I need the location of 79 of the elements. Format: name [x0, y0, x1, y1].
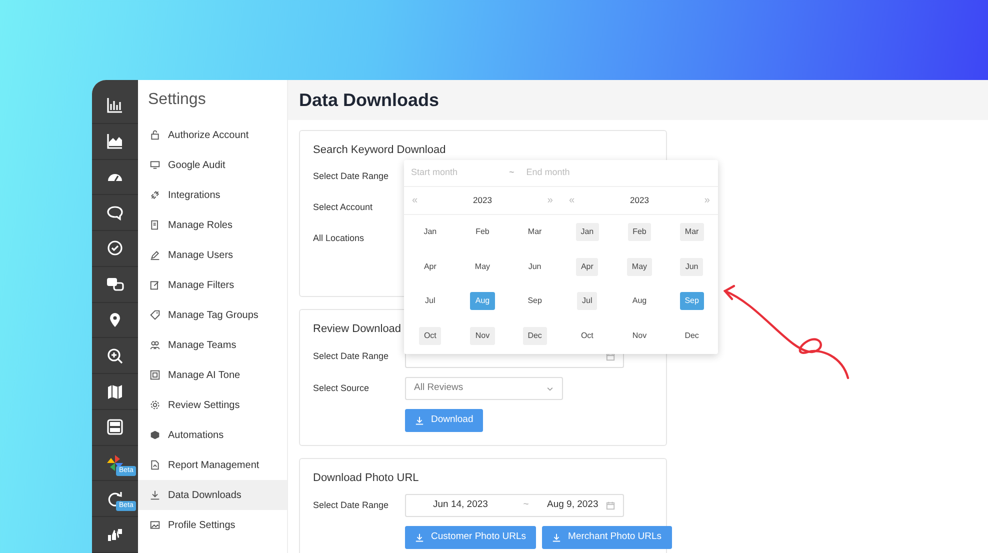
- month-cell[interactable]: Dec: [680, 326, 704, 345]
- month-cell[interactable]: Dec: [522, 326, 547, 345]
- cube-icon: [150, 430, 160, 440]
- sidebar-item[interactable]: Authorize Account: [138, 120, 287, 150]
- field-label: Select Source: [313, 382, 370, 395]
- sidebar-item[interactable]: Automations: [138, 420, 287, 450]
- month-cell[interactable]: Jun: [680, 258, 704, 276]
- range-separator: ~: [509, 166, 514, 180]
- month-cell[interactable]: Feb: [470, 223, 494, 242]
- area-chart-icon[interactable]: [106, 132, 124, 150]
- month-cell[interactable]: Jun: [523, 258, 546, 276]
- download-icon: [415, 416, 424, 425]
- sidebar-item[interactable]: Integrations: [138, 180, 287, 210]
- sidebar-item[interactable]: Google Audit: [138, 150, 287, 180]
- sidebar-item[interactable]: Review Settings: [138, 390, 287, 420]
- check-circle-icon[interactable]: [106, 239, 124, 258]
- sidebar-item[interactable]: Report Management: [138, 450, 287, 480]
- map-icon[interactable]: [106, 382, 124, 400]
- field-label: Select Date Range: [313, 350, 390, 363]
- people-icon: [150, 340, 160, 350]
- speech-bubble-icon[interactable]: [106, 204, 124, 222]
- page-title: Data Downloads: [288, 80, 988, 120]
- sidebar-item[interactable]: Profile Settings: [138, 510, 287, 540]
- bar-chart-icon[interactable]: [106, 96, 124, 114]
- document-icon: [150, 220, 160, 230]
- month-cell[interactable]: May: [626, 258, 652, 276]
- month-cell[interactable]: Apr: [418, 258, 442, 276]
- source-select[interactable]: All Reviews: [405, 377, 563, 400]
- sidebar-item[interactable]: Manage Roles: [138, 210, 287, 240]
- field-label: Select Date Range: [313, 498, 390, 512]
- month-cell[interactable]: Jan: [418, 223, 442, 242]
- month-cell[interactable]: Jan: [576, 223, 599, 242]
- date-range-field[interactable]: Jun 14, 2023 ~ Aug 9, 2023: [405, 494, 624, 517]
- zoom-in-icon[interactable]: [106, 346, 124, 365]
- section-title: Download Photo URL: [313, 471, 419, 485]
- edit-icon: [150, 280, 160, 290]
- sidebar-item[interactable]: Manage Users: [138, 240, 287, 270]
- sidebar-item[interactable]: Data Downloads: [138, 480, 287, 510]
- chevron-down-icon: [546, 384, 554, 392]
- month-cell[interactable]: Feb: [628, 223, 652, 242]
- section-title: Search Keyword Download: [313, 143, 446, 157]
- sidebar-item[interactable]: Manage Tag Groups: [138, 300, 287, 330]
- sidebar-item[interactable]: Manage AI Tone: [138, 360, 287, 390]
- calendar-icon: [606, 352, 615, 361]
- qa-bubbles-icon[interactable]: [106, 275, 124, 294]
- download-icon: [552, 533, 562, 542]
- download-icon: [150, 490, 160, 500]
- month-cell[interactable]: Sep: [522, 292, 547, 310]
- field-label: Select Date Range: [313, 170, 390, 184]
- image-icon: [150, 520, 160, 530]
- month-cell[interactable]: Jul: [420, 292, 440, 310]
- sidebar-title: Settings: [147, 90, 207, 110]
- year-label: 2023: [473, 194, 492, 207]
- month-cell[interactable]: Mar: [522, 223, 547, 242]
- year-label: 2023: [630, 194, 649, 207]
- month-cell[interactable]: Mar: [680, 223, 704, 242]
- frame-icon: [150, 370, 160, 380]
- month-cell[interactable]: Nov: [470, 326, 495, 345]
- month-cell[interactable]: Oct: [418, 326, 442, 345]
- gear-icon: [150, 400, 160, 410]
- sidebar-item[interactable]: Manage Filters: [138, 270, 287, 300]
- month-cell[interactable]: Nov: [627, 326, 652, 345]
- layout-panel-icon[interactable]: [106, 418, 124, 436]
- sidebar-item[interactable]: Manage Teams: [138, 330, 287, 360]
- download-icon: [415, 533, 424, 542]
- monitor-icon: [150, 160, 160, 170]
- field-label: All Locations: [313, 232, 366, 246]
- month-cell[interactable]: Oct: [576, 326, 598, 345]
- calendar-icon: [606, 501, 615, 510]
- month-cell[interactable]: Apr: [576, 258, 598, 276]
- section-title: Review Download: [313, 322, 402, 336]
- report-icon: [150, 460, 160, 470]
- field-label: Select Account: [313, 201, 374, 214]
- pencil-icon: [150, 250, 160, 260]
- month-cell[interactable]: Aug: [627, 292, 652, 310]
- lock-icon: [150, 130, 160, 140]
- month-cell[interactable]: May: [470, 258, 496, 276]
- month-cell[interactable]: Jul: [577, 292, 598, 310]
- tag-icon: [150, 310, 160, 320]
